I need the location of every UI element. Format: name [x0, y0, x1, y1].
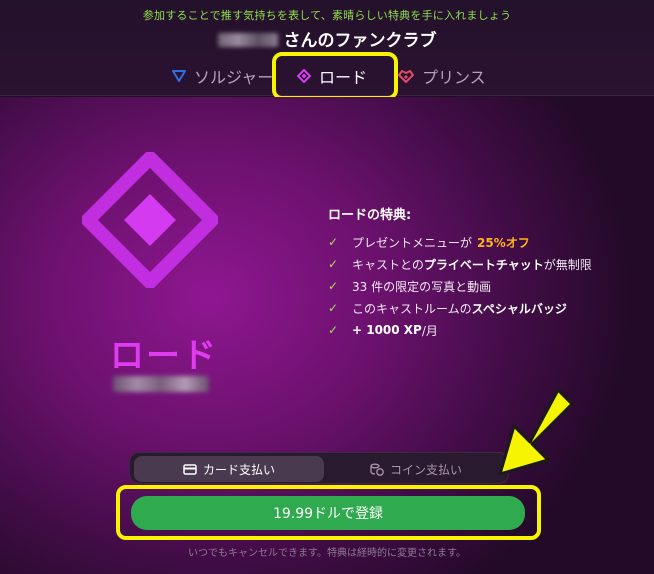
- benefit-item: ✓ このキャストルームの スペシャルバッジ: [328, 301, 567, 316]
- payment-method-toggle: カード支払い コイン支払い: [129, 452, 509, 484]
- tier-name: ロード: [110, 336, 218, 376]
- club-title-suffix: さんのファンクラブ: [283, 31, 437, 51]
- check-icon: ✓: [328, 235, 339, 249]
- check-icon: ✓: [328, 279, 339, 293]
- check-icon: ✓: [328, 257, 339, 271]
- triangle-icon: [172, 70, 186, 82]
- coin-payment-label: コイン支払い: [389, 462, 462, 477]
- blurred-cast-name: [217, 33, 278, 47]
- blurred-cast-subtitle: [113, 376, 209, 392]
- promo-text: 参加することで推す気持ちを表して、素晴らしい特典を手に入れましょう: [142, 9, 512, 22]
- tab-prince[interactable]: プリンス: [398, 62, 486, 90]
- check-icon: ✓: [328, 301, 339, 315]
- tab-soldier-label: ソルジャー: [194, 68, 274, 87]
- pointer-arrow-icon: [498, 388, 574, 476]
- card-payment-label: カード支払い: [202, 462, 275, 477]
- cancel-note: いつでもキャンセルできます。特典は経時的に変更されます。: [188, 548, 466, 559]
- club-title: さんのファンクラブ: [0, 26, 654, 51]
- benefit-item: ✓ プレゼントメニューが 25%オフ: [328, 235, 530, 250]
- benefit-item: ✓ 33 件の限定の写真と動画: [328, 279, 492, 294]
- card-payment-option[interactable]: カード支払い: [134, 456, 324, 482]
- tab-prince-label: プリンス: [422, 68, 486, 87]
- highlight-box-lord-tab: [272, 52, 398, 100]
- tab-soldier[interactable]: ソルジャー: [172, 62, 273, 90]
- fanclub-page: 参加することで推す気持ちを表して、素晴らしい特典を手に入れましょう さんのファン…: [0, 0, 654, 574]
- benefits-title: ロードの特典:: [328, 208, 412, 223]
- credit-card-icon: [183, 463, 197, 475]
- coins-icon: [370, 463, 384, 476]
- heart-diamond-icon: [398, 70, 414, 83]
- benefit-item: ✓ キャストとの プライベートチャット が無制限: [328, 257, 592, 272]
- discount-badge: 25%オフ: [477, 235, 530, 250]
- benefits-list: ロードの特典: ✓ プレゼントメニューが 25%オフ ✓ キャストとの プライベート…: [328, 204, 592, 341]
- check-icon: ✓: [328, 323, 339, 337]
- benefit-item: ✓ + 1000 XP /月: [328, 323, 438, 338]
- lord-diamond-emblem-icon: [82, 152, 218, 288]
